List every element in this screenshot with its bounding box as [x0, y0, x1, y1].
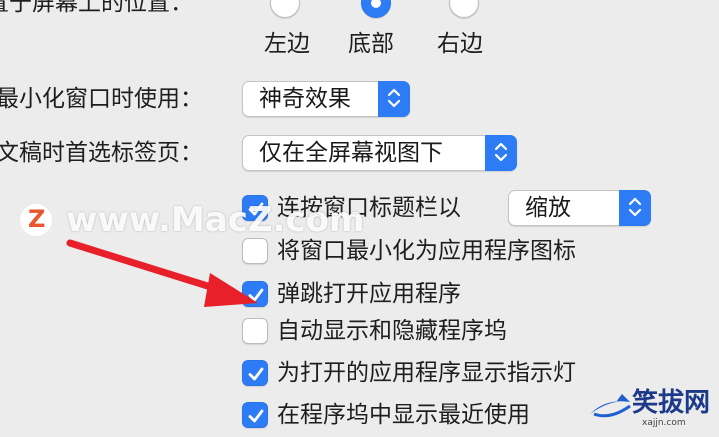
popup-stepper-icon [619, 190, 651, 226]
checkmark-icon [248, 367, 264, 381]
radio-left-label: 左边 [264, 31, 310, 57]
checkbox-label: 弹跳打开应用程序 [277, 281, 461, 307]
radio-bottom-label: 底部 [348, 31, 394, 57]
double-click-action-value: 缩放 [525, 195, 571, 221]
prefer-tabs-value: 仅在全屏幕视图下 [259, 140, 443, 166]
autohide-dock-checkbox[interactable] [242, 318, 268, 344]
corner-watermark-text: 笑拔网 [632, 388, 711, 418]
shark-logo-icon [590, 394, 631, 418]
popup-stepper-icon [378, 81, 410, 117]
checkbox-label: 将窗口最小化为应用程序图标 [277, 238, 576, 264]
checkbox-label: 在程序坞中显示最近使用 [277, 402, 530, 428]
radio-right[interactable] [449, 0, 479, 18]
popup-stepper-icon [485, 135, 517, 171]
macz-logo-icon: Z [20, 204, 52, 236]
radio-bottom[interactable] [361, 0, 391, 18]
prefer-tabs-popup[interactable]: 仅在全屏幕视图下 [242, 135, 517, 171]
double-click-action-popup[interactable]: 缩放 [508, 190, 651, 226]
checkbox-label: 自动显示和隐藏程序坞 [277, 318, 507, 344]
radio-left[interactable] [270, 0, 300, 18]
show-recent-apps-checkbox[interactable] [242, 402, 268, 428]
macz-logo-letter: Z [28, 205, 46, 233]
tabs-label: 文稿时首选标签页： [0, 140, 203, 166]
corner-watermark-subtext: xajjn.com [642, 418, 686, 428]
red-arrow-icon [66, 239, 258, 307]
checkmark-icon [248, 409, 264, 423]
watermark-text: www.MacZ.com [66, 200, 365, 240]
minimize-effect-popup[interactable]: 神奇效果 [242, 81, 410, 117]
minimize-effect-value: 神奇效果 [259, 86, 351, 112]
minimize-label: 最小化窗口时使用： [0, 86, 203, 112]
show-indicators-checkbox[interactable] [242, 360, 268, 386]
radio-right-label: 右边 [437, 31, 483, 57]
checkbox-label: 为打开的应用程序显示指示灯 [277, 360, 576, 386]
position-label: 置于屏幕上的位置： [0, 0, 193, 16]
